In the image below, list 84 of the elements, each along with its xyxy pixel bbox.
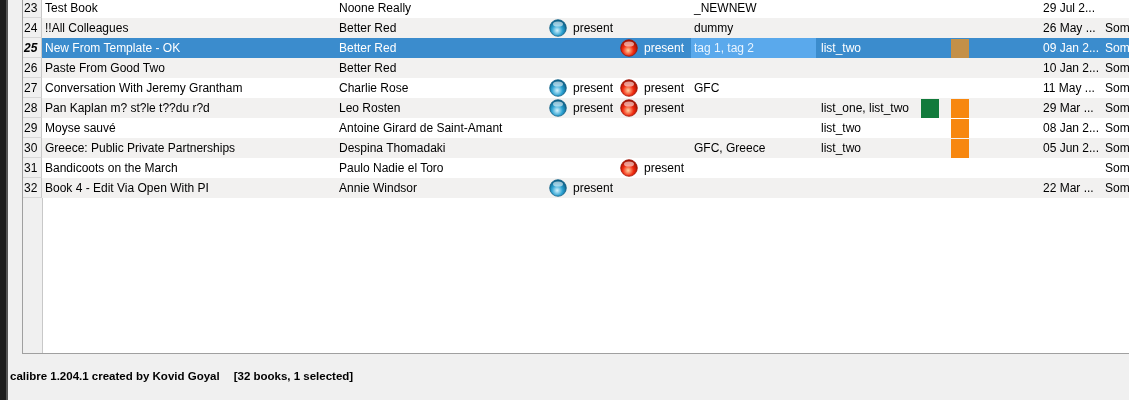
table-cell-text: present — [644, 160, 685, 177]
table-cell-text: 29 Jul 2... — [1042, 0, 1097, 17]
table-cell-text: Despina Thomadaki — [338, 140, 447, 157]
table-cell: tag 1, tag 2 — [691, 38, 816, 58]
ball-icon — [620, 39, 638, 57]
table-cell-text: Greece: Public Private Partnerships — [44, 140, 237, 157]
table-cell-text: GFC — [693, 80, 721, 97]
status-text: calibre 1.204.1 created by Kovid Goyal — [10, 370, 220, 382]
table-cell-text: 10 Jan 2... — [1042, 60, 1101, 77]
table-cell-text: New From Template - OK — [44, 40, 182, 57]
book-row[interactable]: 24 !!All Colleagues Better Red present dummy 26 May ... Som — [23, 18, 1129, 38]
table-cell-text: present — [573, 180, 614, 197]
ball-icon — [549, 179, 567, 197]
book-row[interactable]: 26 Paste From Good Two Better Red 10 Jan 2... Som — [23, 58, 1129, 78]
table-cell-text: Som — [1104, 80, 1129, 97]
table-cell-text: Antoine Girard de Saint-Amant — [338, 120, 504, 137]
table-cell-text: Som — [1104, 180, 1129, 197]
table-cell-text: list_one, list_two — [820, 100, 911, 117]
table-cell-text: Noone Really — [338, 0, 413, 17]
row-number: 24 — [23, 18, 42, 38]
table-cell-text: Conversation With Jeremy Grantham — [44, 80, 244, 97]
table-cell-text: list_two — [820, 140, 862, 157]
table-cell-text: Moyse sauvé — [44, 120, 117, 137]
table-cell-text: Test Book — [44, 0, 99, 17]
table-cell-text: !!All Colleagues — [44, 20, 130, 37]
table-cell-text: 29 Mar ... — [1042, 100, 1095, 117]
table-cell-text: Annie Windsor — [338, 180, 419, 197]
row-number: 25 — [23, 38, 42, 58]
table-cell-text: present — [573, 80, 614, 97]
table-cell-text: GFC, Greece — [693, 140, 767, 157]
table-cell-text: Better Red — [338, 20, 398, 37]
table-cell-text: 09 Jan 2... — [1042, 40, 1101, 57]
table-cell-text: 22 Mar ... — [1042, 180, 1095, 197]
table-cell-text: Som — [1104, 60, 1129, 77]
table-cell-text: Leo Rosten — [338, 100, 402, 117]
table-cell-text: Charlie Rose — [338, 80, 410, 97]
table-cell-text: 05 Jun 2... — [1042, 140, 1101, 157]
table-cell-text: present — [644, 80, 685, 97]
status-text: [32 books, 1 selected] — [233, 370, 354, 382]
row-number: 23 — [23, 0, 42, 18]
ball-icon — [549, 99, 567, 117]
table-cell-text: Book 4 - Edit Via Open With PI — [44, 180, 210, 197]
table-cell-text: 26 May ... — [1042, 20, 1097, 37]
book-row[interactable]: 28 Pan Kaplan m? st?le t??du r?d Leo Rosten present present list_one, list_two 29 Mar ... Som — [23, 98, 1129, 118]
row-number: 27 — [23, 78, 42, 98]
table-cell-text: Paste From Good Two — [44, 60, 166, 77]
table-cell-text: Som — [1104, 40, 1129, 57]
table-cell-text: Som — [1104, 100, 1129, 117]
table-cell-text: list_two — [820, 40, 862, 57]
table-cell-text: Better Red — [338, 40, 398, 57]
table-cell-text: Pan Kaplan m? st?le t??du r?d — [44, 100, 211, 117]
row-number: 31 — [23, 158, 42, 178]
table-cell-text: Paulo Nadie el Toro — [338, 160, 445, 177]
book-row[interactable]: 29 Moyse sauvé Antoine Girard de Saint-Amant list_two 08 Jan 2... Som — [23, 118, 1129, 138]
table-cell-text: Som — [1104, 120, 1129, 137]
row-number: 29 — [23, 118, 42, 138]
table-cell-text: present — [644, 100, 685, 117]
table-cell-text: 08 Jan 2... — [1042, 120, 1101, 137]
table-cell-text: Som — [1104, 140, 1129, 157]
ball-icon — [620, 99, 638, 117]
row-number: 32 — [23, 178, 42, 198]
ball-icon — [620, 79, 638, 97]
table-cell-text: present — [573, 20, 614, 37]
table-cell-text: _NEWNEW — [693, 0, 758, 17]
ball-icon — [549, 79, 567, 97]
book-row[interactable]: 25 New From Template - OK Better Red present tag 1, tag 2 list_two 09 Jan 2... Som — [23, 38, 1129, 58]
book-row[interactable]: 30 Greece: Public Private Partnerships Despina Thomadaki GFC, Greece list_two 05 Jun 2... Som — [23, 138, 1129, 158]
row-number: 30 — [23, 138, 42, 158]
ball-icon — [620, 159, 638, 177]
row-number: 28 — [23, 98, 42, 118]
table-cell-text: Som — [1104, 160, 1129, 177]
book-row[interactable]: 32 Book 4 - Edit Via Open With PI Annie Windsor present 22 Mar ... Som — [23, 178, 1129, 198]
table-cell-text: present — [573, 100, 614, 117]
table-cell-text: dummy — [693, 20, 735, 37]
table-cell-text: Better Red — [338, 60, 398, 77]
ball-icon — [549, 19, 567, 37]
book-row[interactable]: 27 Conversation With Jeremy Grantham Charlie Rose present present GFC 11 May ... Som — [23, 78, 1129, 98]
table-cell-text: Bandicoots on the March — [44, 160, 179, 177]
book-row[interactable]: 31 Bandicoots on the March Paulo Nadie el Toro present Som — [23, 158, 1129, 178]
table-cell-text: present — [644, 40, 685, 57]
table-cell-text: 11 May ... — [1042, 80, 1096, 97]
table-cell-text: list_two — [820, 120, 862, 137]
table-cell-text: Som — [1104, 20, 1129, 37]
row-number: 26 — [23, 58, 42, 78]
